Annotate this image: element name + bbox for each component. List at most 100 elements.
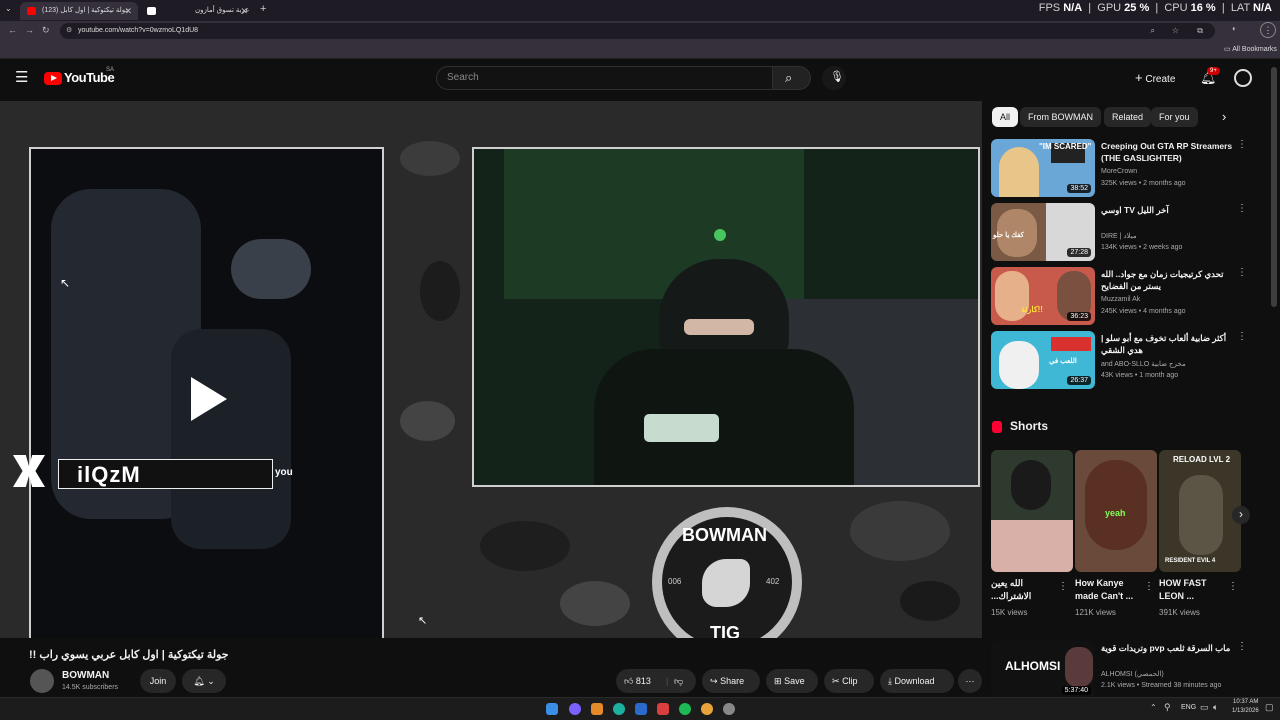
browser-tab-active[interactable]: (123) جولة تيكتوكية | اول كابل ✕ (20, 2, 138, 20)
join-button[interactable]: Join (140, 669, 176, 693)
more-vertical-icon[interactable]: ⋮ (1237, 267, 1247, 278)
video-thumbnail[interactable]: كارثة!! 36:23 (991, 267, 1095, 325)
bookmark-star-icon[interactable]: ☆ (1172, 23, 1179, 39)
profile-icon[interactable]: ◐ (1232, 24, 1237, 33)
more-actions-button[interactable]: ⋯ (958, 669, 982, 693)
short-thumbnail[interactable] (991, 450, 1073, 572)
scissors-icon: ✂ (832, 676, 840, 686)
recommendation-item[interactable]: ALHOMSI 5:37:40 ماب السرقة ثلعب pvp وتري… (990, 641, 1250, 697)
chrome-icon[interactable] (701, 703, 713, 715)
chip-from-channel[interactable]: From BOWMAN (1020, 107, 1101, 127)
more-vertical-icon[interactable]: ⋮ (1237, 331, 1247, 342)
video-thumbnail[interactable]: كفك يا حلو 27:28 (991, 203, 1095, 261)
close-tab-icon[interactable]: ✕ (240, 2, 248, 20)
chip-all[interactable]: All (992, 107, 1019, 127)
shorts-header: Shorts (1010, 419, 1049, 433)
short-views: 391K views (1159, 608, 1200, 617)
edge-icon[interactable] (613, 703, 625, 715)
more-vertical-icon[interactable]: ⋮ (1228, 581, 1238, 592)
all-bookmarks-label: All Bookmarks (1232, 46, 1277, 53)
copilot-icon[interactable] (569, 703, 581, 715)
all-bookmarks-button[interactable]: ▭ All Bookmarks (1224, 45, 1277, 53)
cpu-label: CPU (1164, 2, 1188, 14)
recommendation-item[interactable]: اللعب في 26:37 أكثر ضابية ألعاب تخوف مع … (990, 331, 1250, 389)
channel-name[interactable]: BOWMAN (62, 670, 109, 681)
zoom-icon[interactable]: ⌕ (1151, 23, 1155, 39)
windows-start-icon[interactable] (546, 703, 558, 715)
clock-time[interactable]: 10:37 AM (1233, 699, 1258, 705)
folder-icon: ▭ (1224, 46, 1231, 53)
close-tab-icon[interactable]: ✕ (124, 2, 132, 20)
reload-icon[interactable]: ↻ (42, 25, 50, 36)
notification-icon[interactable]: ▢ (1265, 702, 1274, 713)
video-title: ماب السرقة ثلعب pvp وتريدات قوية (1101, 643, 1231, 653)
address-bar[interactable]: ⚙ youtube.com/watch?v=0wzmoLQ1dU8 ⌕ ☆ ⧉ (60, 23, 1215, 39)
settings-gear-icon[interactable] (723, 703, 735, 715)
youtube-favicon-icon (27, 7, 36, 15)
recommendation-item[interactable]: كفك يا حلو 27:28 اوسي TV آخر الليل DIRE … (990, 203, 1250, 261)
mouse-cursor-icon: ↖ (60, 276, 71, 290)
video-thumbnail[interactable]: اللعب في 26:37 (991, 331, 1095, 389)
thumbs-down-icon[interactable]: 👎︎ (674, 669, 683, 693)
site-info-icon[interactable]: ⚙ (66, 23, 72, 39)
save-label: Save (784, 676, 805, 686)
save-button[interactable]: ⊞ Save (766, 669, 818, 693)
more-vertical-icon[interactable]: ⋮ (1237, 641, 1247, 652)
clip-button[interactable]: ✂ Clip (824, 669, 874, 693)
short-thumbnail-text: yeah (1105, 508, 1126, 518)
more-vertical-icon[interactable]: ⋮ (1144, 581, 1154, 592)
subscribed-button[interactable]: 🔔︎ ⌄ (182, 669, 226, 693)
short-thumbnail-text: RESIDENT EVIL 4 (1165, 558, 1216, 564)
share-button[interactable]: ↪ Share (702, 669, 760, 693)
channel-name: and ABO-SLLO مخرج ضابية (1101, 361, 1186, 368)
shorts-next-icon[interactable]: › (1232, 506, 1250, 524)
more-vertical-icon[interactable]: ⋮ (1237, 139, 1247, 150)
bookmark-icon: ⊞ (774, 676, 782, 686)
tab-search-icon[interactable]: ⌄ (5, 4, 12, 13)
play-icon[interactable] (191, 377, 235, 421)
clock-date[interactable]: 1/13/2026 (1232, 708, 1259, 714)
new-tab-icon[interactable]: + (260, 3, 266, 15)
create-button[interactable]: + Create (1129, 67, 1181, 89)
usb-icon[interactable]: ⚲ (1164, 702, 1171, 713)
extensions-icon[interactable]: ⧉ (1197, 23, 1203, 39)
network-icon[interactable]: ▭ (1200, 702, 1209, 713)
short-thumbnail[interactable]: yeah (1075, 450, 1157, 572)
emblem-right-number: 402 (766, 577, 780, 586)
volume-icon[interactable]: 🔈︎ (1213, 702, 1218, 713)
chevron-right-icon[interactable]: › (1222, 109, 1226, 124)
video-thumbnail[interactable]: ALHOMSI 5:37:40 (991, 641, 1095, 697)
app-icon[interactable] (635, 703, 647, 715)
search-input[interactable]: Search (436, 66, 773, 90)
hamburger-menu-icon[interactable]: ☰ (15, 68, 28, 86)
spotify-icon[interactable] (679, 703, 691, 715)
menu-kebab-icon[interactable]: ⋮ (1260, 22, 1276, 38)
more-vertical-icon[interactable]: ⋮ (1058, 581, 1068, 592)
download-button[interactable]: ⤓ Download (880, 669, 954, 693)
channel-avatar[interactable] (30, 669, 54, 693)
recommendation-item[interactable]: كارثة!! 36:23 تحدي كرتيجيات زمان مع جواد… (990, 267, 1250, 325)
search-button[interactable]: ⌕ (772, 66, 811, 90)
video-thumbnail[interactable]: "IM SCARED" 38:52 (991, 139, 1095, 197)
language-indicator[interactable]: ENG (1181, 704, 1196, 711)
browser-tab[interactable]: عربة تسوق أمازون ✕ (140, 2, 254, 20)
chip-related[interactable]: Related (1104, 107, 1152, 127)
page-scrollbar[interactable] (1271, 67, 1277, 307)
video-title: اوسي TV آخر الليل (1101, 205, 1169, 215)
back-icon[interactable]: ← (8, 25, 17, 35)
more-vertical-icon[interactable]: ⋮ (1237, 203, 1247, 214)
short-thumbnail[interactable]: RELOAD LVL 2 RESIDENT EVIL 4 (1159, 450, 1241, 572)
recommendation-item[interactable]: "IM SCARED" 38:52 Creeping Out GTA RP St… (990, 139, 1250, 197)
app-icon[interactable] (591, 703, 603, 715)
share-icon: ↪ (710, 676, 718, 686)
youtube-page: ☰ YouTube SA Search ⌕ 🎙︎ + Create 🔔︎ 9+ (0, 59, 1280, 697)
thumbnail-text: ALHOMSI (1005, 659, 1061, 673)
video-player[interactable]: you ilQzM BOWMAN TIG 006 402 ↖ ↖ (0, 101, 982, 638)
forward-icon[interactable]: → (25, 25, 34, 35)
app-icon[interactable] (657, 703, 669, 715)
avatar[interactable] (1234, 69, 1252, 87)
chevron-up-icon[interactable]: ⌃ (1150, 703, 1157, 712)
chip-for-you[interactable]: For you (1151, 107, 1198, 127)
voice-search-button[interactable]: 🎙︎ (822, 66, 846, 90)
like-button[interactable]: 👍︎ 813 (624, 669, 651, 693)
